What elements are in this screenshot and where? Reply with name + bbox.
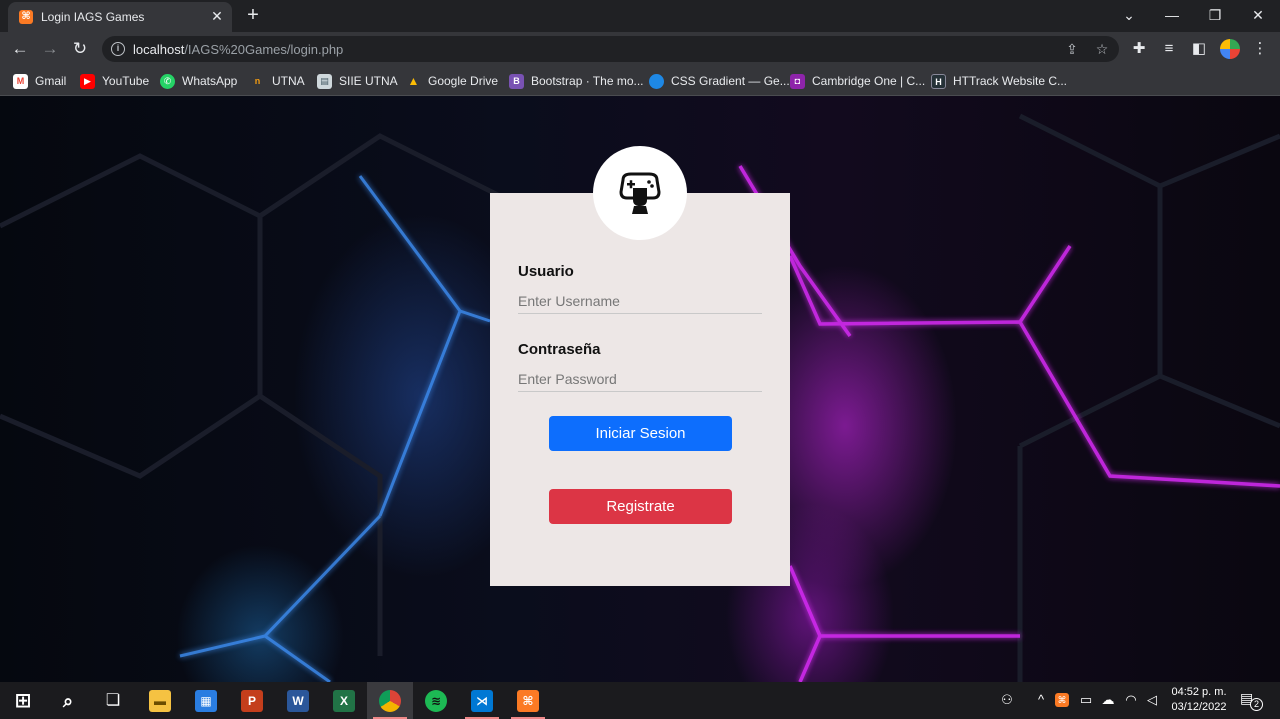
password-label: Contraseña — [518, 341, 601, 358]
taskbar-chrome[interactable] — [367, 682, 413, 719]
bookmark-bootstrap[interactable]: B Bootstrap · The mo... — [509, 71, 644, 91]
volume-icon[interactable]: ◁ — [1143, 691, 1161, 709]
show-hidden-icons-chevron-icon[interactable]: ^ — [1032, 691, 1050, 709]
taskbar-microsoft-store[interactable]: ▦ — [183, 682, 229, 719]
task-view-icon: ❏ — [105, 691, 121, 709]
reload-icon[interactable]: ↻ — [69, 38, 91, 60]
tab-search-icon[interactable]: ⌄ — [1117, 4, 1141, 26]
side-panel-icon[interactable]: ◧ — [1189, 39, 1209, 59]
tab-close-icon[interactable]: ✕ — [208, 7, 226, 25]
file-explorer-icon: ▬ — [149, 689, 171, 712]
clock-time: 04:52 p. m. — [1171, 686, 1227, 698]
register-button[interactable]: Registrate — [549, 489, 732, 524]
google-drive-icon: ▲ — [407, 73, 420, 88]
bookmarks-bar: M Gmail ▶ YouTube ✆ WhatsApp n UTNA ▤ SIIE UT… — [0, 66, 1280, 96]
xampp-favicon-icon: ⌘ — [19, 10, 33, 24]
username-label: Usuario — [518, 263, 574, 280]
bookmark-cambridge-one[interactable]: ◘ Cambridge One | C... — [790, 71, 925, 91]
onedrive-cloud-icon[interactable]: ☁ — [1099, 691, 1117, 709]
url-host: localhost — [133, 42, 185, 57]
task-view-button[interactable]: ❏ — [90, 682, 136, 719]
bootstrap-icon: B — [509, 73, 524, 89]
clock-date: 03/12/2022 — [1171, 701, 1227, 713]
xampp-icon: ⌘ — [517, 689, 539, 712]
bookmark-siie-utna[interactable]: ▤ SIIE UTNA — [317, 71, 398, 91]
new-tab-button[interactable]: + — [243, 5, 263, 25]
username-input[interactable] — [518, 288, 762, 314]
bookmark-gmail[interactable]: M Gmail — [13, 71, 66, 91]
taskbar-xampp[interactable]: ⌘ — [505, 682, 551, 719]
excel-icon: X — [333, 689, 355, 712]
tab-title: Login IAGS Games — [41, 10, 145, 24]
login-button[interactable]: Iniciar Sesion — [549, 416, 732, 451]
httrack-icon: H — [931, 73, 946, 89]
close-window-button[interactable]: ✕ — [1246, 4, 1270, 26]
taskbar-vscode[interactable]: ⋊ — [459, 682, 505, 719]
bookmark-httrack[interactable]: H HTTrack Website C... — [931, 71, 1067, 91]
bookmark-google-drive[interactable]: ▲ Google Drive — [406, 71, 498, 91]
search-button[interactable]: ⌕ — [45, 682, 91, 719]
css-gradient-icon — [649, 73, 664, 89]
utna-icon: n — [254, 75, 261, 86]
media-queue-icon[interactable]: ≡ — [1159, 39, 1179, 59]
taskbar-excel[interactable]: X — [321, 682, 367, 719]
search-icon: ⌕ — [62, 690, 74, 711]
people-icon[interactable]: ⚇ — [998, 691, 1016, 709]
minimize-button[interactable]: — — [1160, 4, 1184, 26]
wifi-icon[interactable]: ◠ — [1122, 691, 1140, 709]
battery-icon[interactable]: ▭ — [1077, 691, 1095, 709]
start-button[interactable]: ⊞ — [0, 682, 46, 719]
vscode-icon: ⋊ — [471, 689, 493, 712]
word-icon: W — [287, 689, 309, 712]
bookmark-star-icon[interactable]: ☆ — [1093, 40, 1111, 58]
cambridge-icon: ◘ — [790, 73, 805, 89]
taskbar-spotify[interactable]: ≋ — [413, 682, 459, 719]
forward-arrow-icon[interactable]: → — [39, 38, 61, 60]
tab-strip: ⌘ Login IAGS Games ✕ + ⌄ — ❐ ✕ — [0, 0, 1280, 32]
system-clock[interactable]: 04:52 p. m. 03/12/2022 — [1168, 685, 1230, 715]
powerpoint-icon: P — [241, 689, 263, 712]
taskbar-powerpoint[interactable]: P — [229, 682, 275, 719]
back-arrow-icon[interactable]: ← — [9, 38, 31, 60]
windows-taskbar: ⊞ ⌕ ❏ ▬ ▦ P W X ≋ ⋊ ⌘ ⚇ ^ ⌘ ▭ ☁ ◠ ◁ 04:5… — [0, 682, 1280, 719]
bookmark-whatsapp[interactable]: ✆ WhatsApp — [160, 71, 237, 91]
logo-avatar — [593, 146, 687, 240]
restore-button[interactable]: ❐ — [1203, 4, 1227, 26]
browser-tab[interactable]: ⌘ Login IAGS Games ✕ — [8, 2, 232, 32]
password-input[interactable] — [518, 366, 762, 392]
microsoft-store-icon: ▦ — [195, 689, 217, 712]
whatsapp-icon: ✆ — [160, 73, 175, 89]
bookmark-youtube[interactable]: ▶ YouTube — [80, 71, 149, 91]
browser-toolbar: ← → ↻ i localhost/IAGS%20Games/login.php… — [0, 32, 1280, 66]
chrome-icon — [379, 689, 401, 712]
gamepad-fist-logo-icon — [619, 172, 661, 214]
url-text[interactable]: localhost/IAGS%20Games/login.php — [133, 42, 343, 57]
menu-kebab-icon[interactable]: ⋮ — [1250, 39, 1270, 59]
site-info-icon[interactable]: i — [111, 42, 125, 56]
url-path: /IAGS%20Games/login.php — [184, 42, 344, 57]
notification-count-badge: 2 — [1250, 698, 1263, 711]
address-bar[interactable]: i localhost/IAGS%20Games/login.php ⇪ ☆ — [102, 36, 1119, 62]
extensions-puzzle-icon[interactable]: ✚ — [1129, 39, 1149, 59]
bookmark-css-gradient[interactable]: CSS Gradient — Ge... — [649, 71, 790, 91]
share-icon[interactable]: ⇪ — [1063, 40, 1081, 58]
gmail-icon: M — [13, 73, 28, 89]
notification-center-icon[interactable]: ▤ 2 — [1240, 690, 1263, 711]
start-icon: ⊞ — [14, 689, 32, 712]
spotify-icon: ≋ — [425, 689, 447, 712]
siie-icon: ▤ — [317, 73, 332, 89]
bookmark-utna[interactable]: n UTNA — [250, 71, 305, 91]
youtube-icon: ▶ — [80, 73, 95, 89]
xampp-tray-icon[interactable]: ⌘ — [1055, 693, 1069, 707]
login-card: Usuario Contraseña Iniciar Sesion Regist… — [490, 193, 790, 586]
profile-avatar[interactable] — [1220, 39, 1240, 59]
taskbar-file-explorer[interactable]: ▬ — [137, 682, 183, 719]
taskbar-word[interactable]: W — [275, 682, 321, 719]
